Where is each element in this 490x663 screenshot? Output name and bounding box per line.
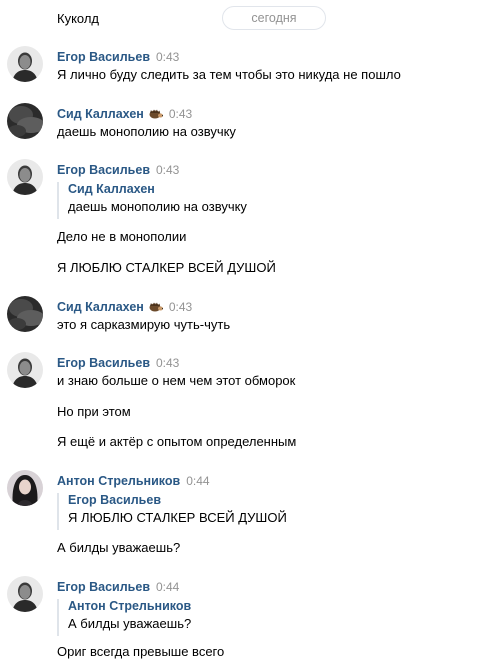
quote-author[interactable]: Антон Стрельников <box>68 599 191 613</box>
message-header: Егор Васильев 0:43 <box>57 49 179 64</box>
message-text: Я ещё и актёр с опытом определенным <box>57 434 297 449</box>
message-time[interactable]: 0:43 <box>169 300 192 314</box>
message-text: Дело не в монополии <box>57 229 187 244</box>
avatar-egor[interactable] <box>7 46 43 82</box>
previous-message-text: Куколд <box>57 11 100 26</box>
message-header: Антон Стрельников 0:44 <box>57 473 210 488</box>
author-name[interactable]: Егор Васильев <box>57 163 150 177</box>
message-time[interactable]: 0:44 <box>156 580 179 594</box>
message-header: Сид Каллахен 0:43 <box>57 106 192 121</box>
avatar-anton[interactable] <box>7 470 43 506</box>
message-text: Я лично буду следить за тем чтобы это ни… <box>57 67 401 82</box>
top-strip: Куколд сегодня <box>0 0 490 34</box>
avatar-egor[interactable] <box>7 576 43 612</box>
message: Антон Стрельников 0:44 Егор Васильев Я ЛЮ… <box>0 470 490 560</box>
avatar-egor[interactable] <box>7 352 43 388</box>
author-name[interactable]: Егор Васильев <box>57 580 150 594</box>
message-text: А билды уважаешь? <box>57 540 181 555</box>
quote-author[interactable]: Сид Каллахен <box>68 182 247 196</box>
message: Егор Васильев 0:43 Я лично буду следить з… <box>0 46 490 86</box>
hedgehog-icon <box>149 107 164 119</box>
message: Егор Васильев 0:44 Антон Стрельников А би… <box>0 576 490 662</box>
author-name[interactable]: Егор Васильев <box>57 50 150 64</box>
message: Сид Каллахен 0:43 даешь монополию на озву… <box>0 103 490 143</box>
date-separator: сегодня <box>222 6 326 30</box>
reply-quote[interactable]: Егор Васильев Я ЛЮБЛЮ СТАЛКЕР ВСЕЙ ДУШОЙ <box>57 493 287 530</box>
message-header: Егор Васильев 0:44 <box>57 579 179 594</box>
message-text: Ориг всегда превыше всего <box>57 644 225 659</box>
quote-author[interactable]: Егор Васильев <box>68 493 287 507</box>
author-name[interactable]: Сид Каллахен <box>57 300 144 314</box>
message-time[interactable]: 0:43 <box>156 50 179 64</box>
author-name[interactable]: Егор Васильев <box>57 356 150 370</box>
message-time[interactable]: 0:44 <box>186 474 209 488</box>
message-time[interactable]: 0:43 <box>156 356 179 370</box>
avatar-sid[interactable] <box>7 103 43 139</box>
message-text: это я сарказмирую чуть-чуть <box>57 317 231 332</box>
quote-text: А билды уважаешь? <box>68 616 192 631</box>
message-text: Но при этом <box>57 404 131 419</box>
quote-text: Я ЛЮБЛЮ СТАЛКЕР ВСЕЙ ДУШОЙ <box>68 510 287 525</box>
message: Егор Васильев 0:43 и знаю больше о нем че… <box>0 352 490 452</box>
message-header: Сид Каллахен 0:43 <box>57 299 192 314</box>
hedgehog-icon <box>149 300 164 312</box>
message-time[interactable]: 0:43 <box>156 163 179 177</box>
reply-quote[interactable]: Антон Стрельников А билды уважаешь? <box>57 599 191 636</box>
message-header: Егор Васильев 0:43 <box>57 355 179 370</box>
avatar-sid[interactable] <box>7 296 43 332</box>
quote-text: даешь монополию на озвучку <box>68 199 247 214</box>
message: Сид Каллахен 0:43 это я сарказмирую чуть-… <box>0 296 490 336</box>
message-text: даешь монополию на озвучку <box>57 124 236 139</box>
message-header: Егор Васильев 0:43 <box>57 162 179 177</box>
message-text: и знаю больше о нем чем этот обморок <box>57 373 296 388</box>
message: Егор Васильев 0:43 Сид Каллахен даешь мон… <box>0 159 490 279</box>
message-text: Я ЛЮБЛЮ СТАЛКЕР ВСЕЙ ДУШОЙ <box>57 260 276 275</box>
author-name[interactable]: Сид Каллахен <box>57 107 144 121</box>
avatar-egor[interactable] <box>7 159 43 195</box>
message-time[interactable]: 0:43 <box>169 107 192 121</box>
reply-quote[interactable]: Сид Каллахен даешь монополию на озвучку <box>57 182 247 219</box>
author-name[interactable]: Антон Стрельников <box>57 474 180 488</box>
